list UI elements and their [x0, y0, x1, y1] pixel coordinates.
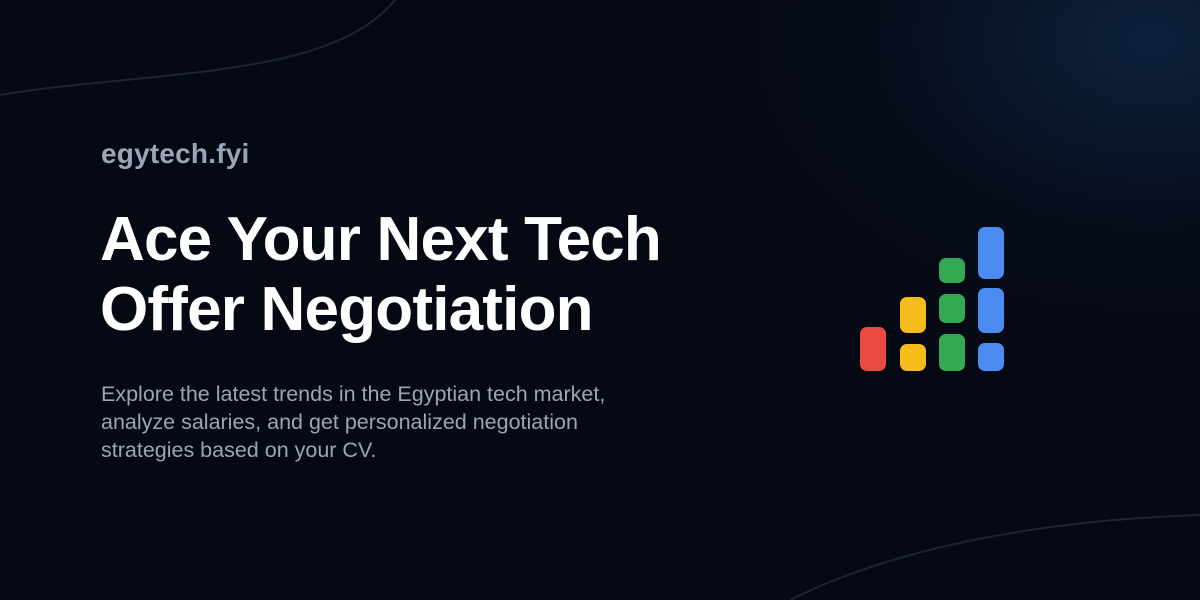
logo-bar-yellow-bottom	[900, 344, 926, 371]
logo-bar-yellow-top	[900, 297, 926, 333]
logo-bar-blue-top	[978, 227, 1004, 279]
hero-description: Explore the latest trends in the Egyptia…	[101, 380, 721, 464]
headline-line: Offer Negotiation	[100, 275, 594, 344]
page-title: Ace Your Next Tech Offer Negotiation	[100, 205, 800, 345]
bar-chart-logo-icon	[860, 227, 1004, 371]
logo-bar-red	[860, 327, 886, 371]
description-line: analyze salaries, and get personalized n…	[101, 410, 578, 434]
logo-bar-green-bottom	[939, 334, 965, 371]
logo-bar-green-top	[939, 258, 965, 283]
top-curve	[0, 0, 396, 96]
headline-line: Ace Your Next Tech	[100, 205, 662, 274]
logo-bar-green-middle	[939, 294, 965, 323]
logo-bar-blue-middle	[978, 288, 1004, 333]
description-line: strategies based on your CV.	[101, 438, 377, 462]
bottom-curve	[789, 514, 1200, 600]
description-line: Explore the latest trends in the Egyptia…	[101, 382, 606, 406]
logo-bar-blue-bottom	[978, 343, 1004, 371]
brand-name: egytech.fyi	[101, 138, 250, 169]
